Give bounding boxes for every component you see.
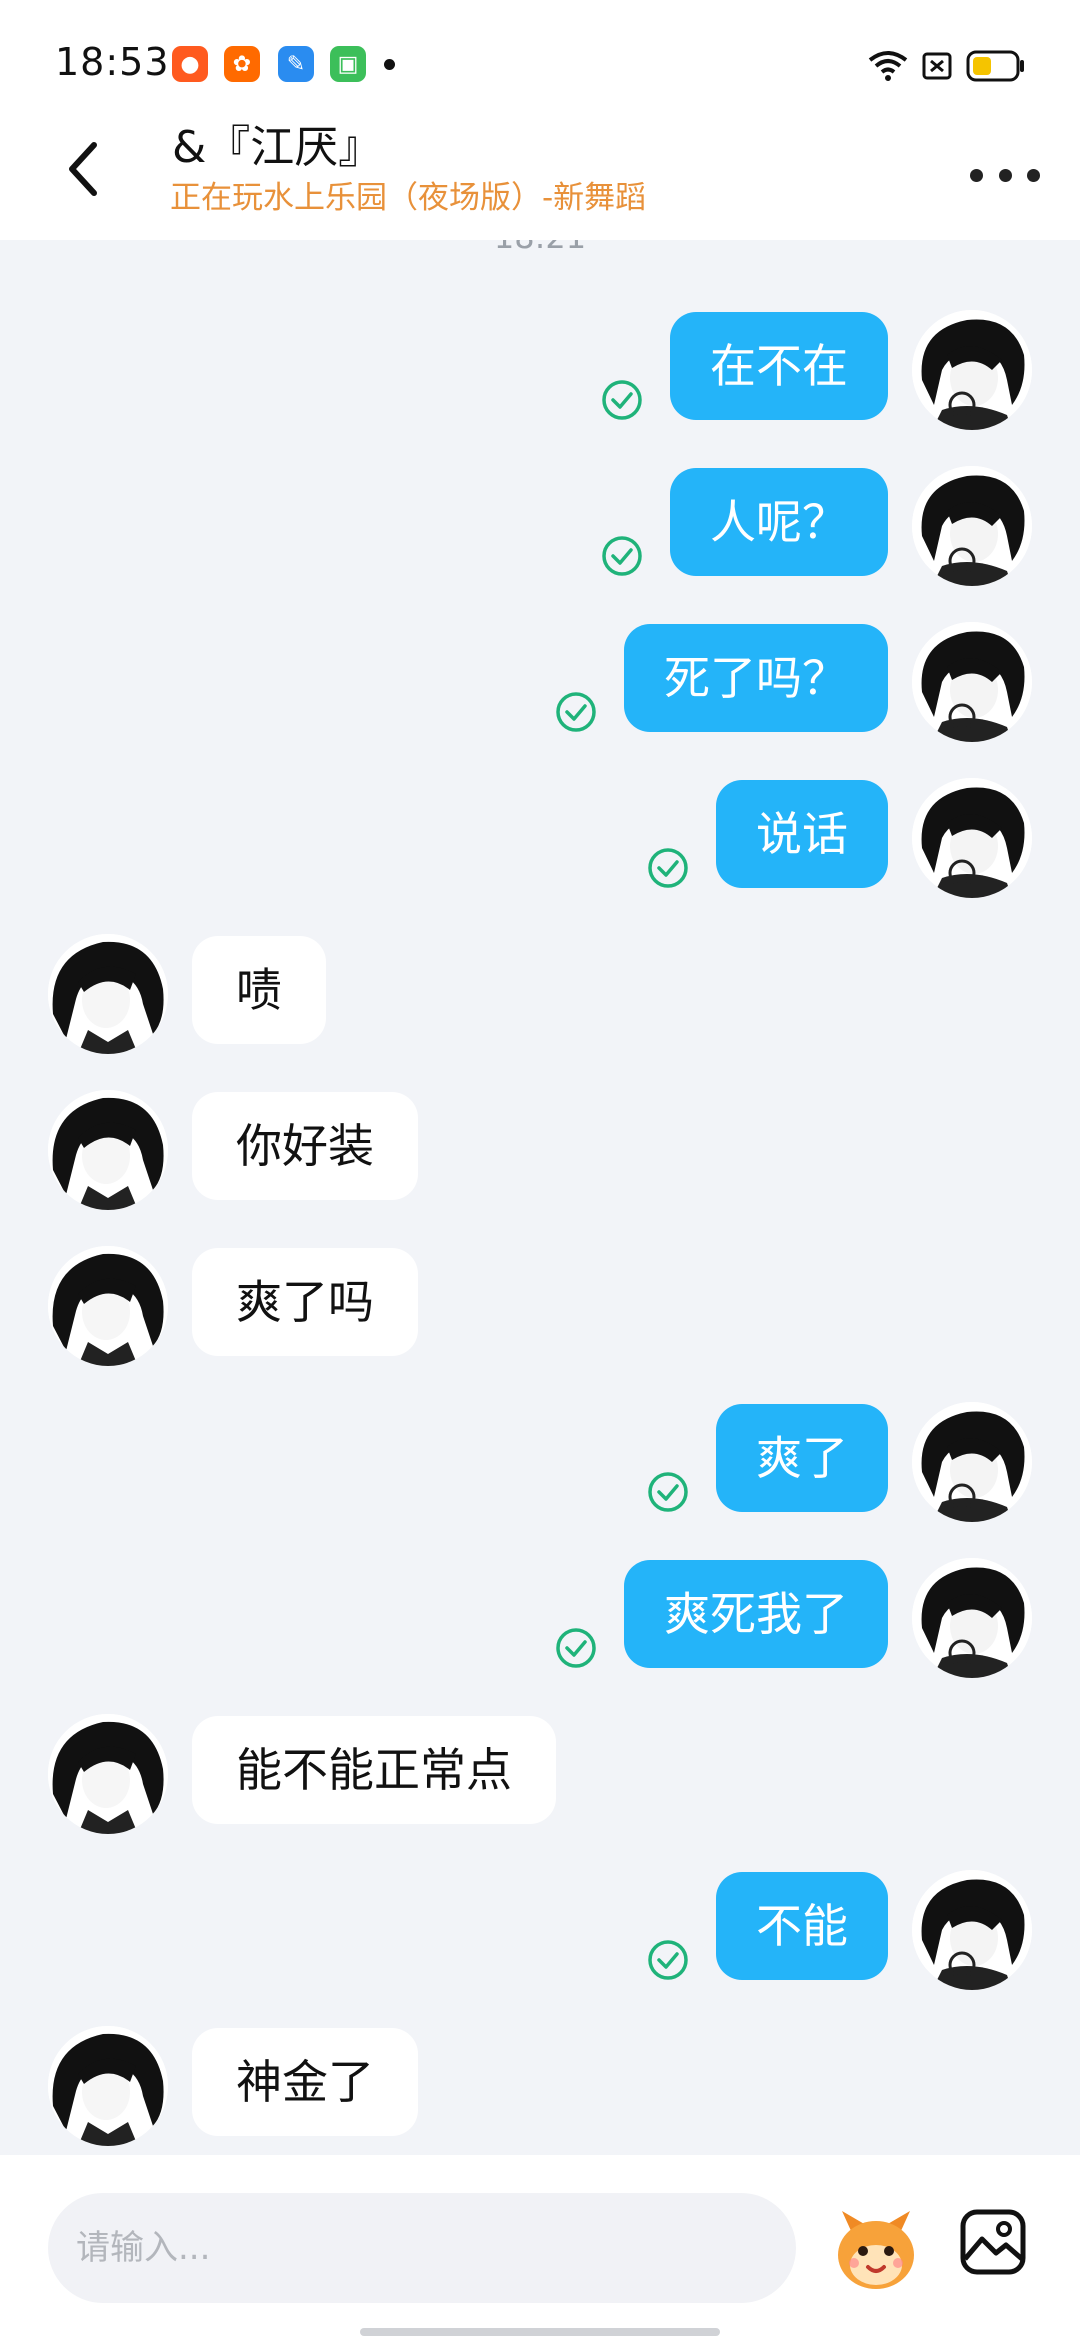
my-avatar[interactable]	[912, 310, 1032, 430]
sim-error-icon	[922, 52, 952, 80]
chat-header: &『江厌』 正在玩水上乐园（夜场版）-新舞蹈	[0, 120, 1080, 240]
image-picker-button[interactable]	[958, 2207, 1028, 2277]
avatar-image	[48, 934, 168, 1054]
contact-avatar[interactable]	[48, 2026, 168, 2146]
emoji-button[interactable]	[830, 2203, 922, 2295]
read-check-icon	[602, 380, 642, 420]
avatar-image	[48, 1246, 168, 1366]
home-indicator[interactable]	[360, 2328, 720, 2336]
input-bar	[0, 2155, 1080, 2340]
sent-message-bubble[interactable]: 死了吗？	[624, 624, 888, 732]
avatar-image	[912, 466, 1032, 586]
sent-message-row: 死了吗？	[0, 622, 1080, 742]
received-message-bubble[interactable]: 神金了	[192, 2028, 418, 2136]
received-message-row: 能不能正常点	[0, 1714, 1080, 1834]
read-check-icon	[556, 692, 596, 732]
received-message-bubble[interactable]: 啧	[192, 936, 326, 1044]
image-picker-icon	[960, 2209, 1026, 2275]
avatar-image	[912, 1402, 1032, 1522]
mascot-emoji-icon	[838, 2211, 914, 2289]
sent-message-bubble[interactable]: 人呢？	[670, 468, 888, 576]
sent-message-bubble[interactable]: 在不在	[670, 312, 888, 420]
chat-message-list[interactable]: 18:21 在不在人呢？ 死了吗？ 说话啧你好装爽了吗爽了爽死我了能不能正常点不能神…	[0, 240, 1080, 2155]
read-check-icon	[556, 1628, 596, 1668]
notification-app-icon: ●	[172, 46, 208, 82]
received-message-bubble[interactable]: 爽了吗	[192, 1248, 418, 1356]
avatar-image	[912, 1870, 1032, 1990]
status-time: 18:53	[55, 40, 170, 84]
contact-avatar[interactable]	[48, 1246, 168, 1366]
back-button[interactable]	[52, 134, 112, 204]
android-app-icon: ▣	[330, 46, 366, 82]
sent-message-row: 爽了	[0, 1402, 1080, 1522]
battery-icon	[966, 50, 1024, 82]
sent-message-bubble[interactable]: 说话	[716, 780, 888, 888]
sent-message-bubble[interactable]: 不能	[716, 1872, 888, 1980]
my-avatar[interactable]	[912, 466, 1032, 586]
avatar-image	[912, 1558, 1032, 1678]
read-check-icon	[602, 536, 642, 576]
my-avatar[interactable]	[912, 778, 1032, 898]
more-notifications-dot	[384, 59, 395, 70]
contact-avatar[interactable]	[48, 1714, 168, 1834]
more-dots-icon	[970, 168, 983, 182]
sent-message-row: 在不在	[0, 310, 1080, 430]
sent-message-bubble[interactable]: 爽了	[716, 1404, 888, 1512]
read-check-icon	[648, 1472, 688, 1512]
my-avatar[interactable]	[912, 622, 1032, 742]
received-message-row: 神金了	[0, 2026, 1080, 2146]
avatar-image	[912, 778, 1032, 898]
message-timestamp: 18:21	[0, 240, 1080, 256]
read-check-icon	[648, 1940, 688, 1980]
contact-avatar[interactable]	[48, 1090, 168, 1210]
contact-avatar[interactable]	[48, 934, 168, 1054]
chevron-left-icon	[69, 142, 97, 196]
avatar-image	[912, 310, 1032, 430]
received-message-bubble[interactable]: 你好装	[192, 1092, 418, 1200]
avatar-image	[912, 622, 1032, 742]
received-message-row: 爽了吗	[0, 1246, 1080, 1366]
my-avatar[interactable]	[912, 1870, 1032, 1990]
avatar-image	[48, 1090, 168, 1210]
kuaishou-app-icon: ✿	[224, 46, 260, 82]
my-avatar[interactable]	[912, 1558, 1032, 1678]
sent-message-row: 爽死我了	[0, 1558, 1080, 1678]
avatar-image	[48, 2026, 168, 2146]
chat-title[interactable]: &『江厌』	[172, 120, 382, 176]
received-message-row: 啧	[0, 934, 1080, 1054]
more-options-button[interactable]	[970, 150, 1040, 200]
my-avatar[interactable]	[912, 1402, 1032, 1522]
feather-app-icon: ✎	[278, 46, 314, 82]
avatar-image	[48, 1714, 168, 1834]
received-message-row: 你好装	[0, 1090, 1080, 1210]
sent-message-bubble[interactable]: 爽死我了	[624, 1560, 888, 1668]
sent-message-row: 说话	[0, 778, 1080, 898]
sent-message-row: 人呢？	[0, 466, 1080, 586]
sent-message-row: 不能	[0, 1870, 1080, 1990]
chat-status-subtitle: 正在玩水上乐园（夜场版）-新舞蹈	[170, 180, 647, 216]
status-bar: 18:53 ● ✿ ✎ ▣	[0, 0, 1080, 130]
status-right-icons	[868, 46, 1028, 86]
read-check-icon	[648, 848, 688, 888]
message-input[interactable]	[48, 2193, 796, 2303]
wifi-icon	[868, 51, 908, 81]
received-message-bubble[interactable]: 能不能正常点	[192, 1716, 556, 1824]
